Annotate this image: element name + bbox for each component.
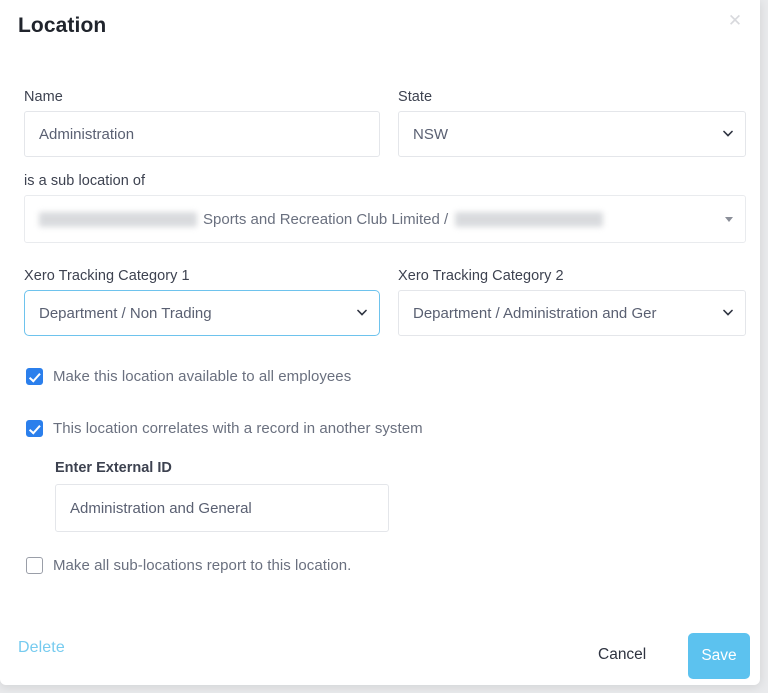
xero-category-2-select[interactable]: Department / Administration and Ger xyxy=(398,290,746,336)
sub-location-combo[interactable]: Sports and Recreation Club Limited / xyxy=(24,195,746,243)
checkbox-sub-locations-report-label: Make all sub-locations report to this lo… xyxy=(53,557,352,574)
delete-button[interactable]: Delete xyxy=(18,639,65,657)
checkbox-icon-unchecked[interactable] xyxy=(26,557,43,574)
sub-location-value-wrap: Sports and Recreation Club Limited / xyxy=(39,210,604,228)
external-id-input[interactable] xyxy=(55,484,389,532)
checkbox-icon-checked[interactable] xyxy=(26,420,43,437)
caret-down-icon xyxy=(725,217,733,222)
field-state: State NSW xyxy=(398,89,746,157)
xero-category-1-label: Xero Tracking Category 1 xyxy=(24,268,190,284)
xero-category-2-select-wrap: Department / Administration and Ger xyxy=(398,290,746,336)
field-xero-category-2: Xero Tracking Category 2 Department / Ad… xyxy=(398,268,746,336)
sub-location-value: Sports and Recreation Club Limited / xyxy=(203,210,449,228)
checkbox-available-to-all[interactable]: Make this location available to all empl… xyxy=(26,368,351,385)
sub-location-label: is a sub location of xyxy=(24,173,146,189)
state-select[interactable]: NSW xyxy=(398,111,746,157)
field-sub-location: is a sub location of Sports and Recreati… xyxy=(24,173,746,243)
name-input[interactable] xyxy=(24,111,380,157)
checkbox-correlates-record[interactable]: This location correlates with a record i… xyxy=(26,420,423,437)
field-xero-category-1: Xero Tracking Category 1 Department / No… xyxy=(24,268,380,336)
checkbox-sub-locations-report[interactable]: Make all sub-locations report to this lo… xyxy=(26,557,351,574)
checkbox-icon-checked[interactable] xyxy=(26,368,43,385)
redacted-text-left xyxy=(39,211,197,227)
state-label: State xyxy=(398,89,433,105)
name-label: Name xyxy=(24,89,63,105)
external-id-label: Enter External ID xyxy=(55,460,172,476)
field-name: Name xyxy=(24,89,380,157)
xero-category-1-select[interactable]: Department / Non Trading xyxy=(24,290,380,336)
save-button[interactable]: Save xyxy=(688,633,750,679)
redacted-text-right xyxy=(455,211,604,227)
xero-category-2-label: Xero Tracking Category 2 xyxy=(398,268,564,284)
close-icon[interactable]: ✕ xyxy=(724,10,746,32)
location-dialog: ✕ Location Name State NSW xyxy=(0,0,760,685)
cancel-button[interactable]: Cancel xyxy=(598,646,646,664)
xero-category-1-select-wrap: Department / Non Trading xyxy=(24,290,380,336)
state-select-wrap: NSW xyxy=(398,111,746,157)
checkbox-correlates-record-label: This location correlates with a record i… xyxy=(53,420,423,437)
checkbox-available-to-all-label: Make this location available to all empl… xyxy=(53,368,352,385)
dialog-body: Name State NSW is a sub location of xyxy=(0,72,760,685)
page-title: Location xyxy=(18,14,107,37)
field-external-id xyxy=(55,484,389,532)
